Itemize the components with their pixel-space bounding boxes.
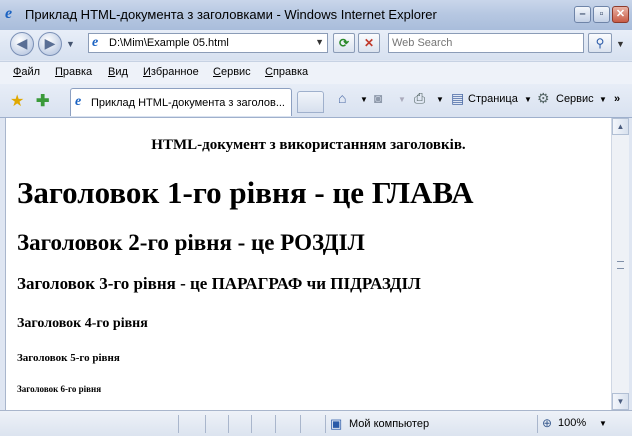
stop-button[interactable]: ✕ — [358, 33, 380, 53]
menu-edit[interactable]: Правка — [55, 66, 92, 78]
tab-title: Приклад HTML-документа з заголов... — [91, 97, 285, 109]
heading-3: Заголовок 3-го рівня - це ПАРАГРАФ чи ПІ… — [17, 274, 421, 293]
window-title: Приклад HTML-документа з заголовками - W… — [25, 7, 437, 22]
menu-view[interactable]: Вид — [108, 66, 128, 78]
search-icon: ⚲ — [595, 36, 605, 50]
print-dropdown-icon[interactable]: ▼ — [436, 95, 444, 104]
maximize-button[interactable]: ▫ — [593, 6, 610, 23]
heading-4: Заголовок 4-го рівня — [17, 316, 148, 331]
search-box[interactable] — [388, 33, 585, 53]
heading-5: Заголовок 5-го рівня — [17, 352, 120, 364]
tab-bar: ★ ✚ e Приклад HTML-документа з заголов..… — [0, 84, 632, 118]
title-bar[interactable]: e Приклад HTML-документа з заголовками -… — [0, 0, 632, 31]
favorites-star-icon[interactable]: ★ — [10, 91, 24, 111]
status-divider — [251, 415, 252, 433]
page-content: HTML-документ з використанням заголовків… — [5, 118, 611, 410]
refresh-icon: ⟳ — [338, 36, 350, 50]
forward-arrow-icon: ▶ — [44, 35, 56, 51]
close-button[interactable]: ✕ — [612, 6, 629, 23]
scroll-up-icon[interactable]: ▲ — [612, 118, 629, 135]
navigation-bar: ◀ ▶ ▼ e D:\Mim\Example 05.html ▼ ⟳ ✕ ⚲ ▼ — [0, 30, 632, 60]
address-bar[interactable]: e D:\Mim\Example 05.html ▼ — [88, 33, 328, 53]
gear-icon: ⚙ — [537, 90, 550, 106]
security-zone-text: Мой компьютер — [349, 418, 430, 430]
minimize-button[interactable]: – — [574, 6, 591, 23]
new-tab-button[interactable] — [297, 91, 324, 113]
address-dropdown-icon[interactable]: ▼ — [315, 37, 324, 47]
stop-icon: ✕ — [363, 36, 375, 50]
back-arrow-icon: ◀ — [16, 35, 28, 51]
menu-help[interactable]: Справка — [265, 66, 308, 78]
menu-bar: Файл Правка Вид Избранное Сервис Справка — [0, 61, 632, 85]
heading-2: Заголовок 2-го рівня - це РОЗДІЛ — [17, 230, 365, 255]
page-icon: ▤ — [451, 90, 465, 106]
vertical-scrollbar[interactable]: ▲ ▼ — [611, 118, 629, 410]
tools-dropdown-icon[interactable]: ▼ — [599, 95, 607, 104]
status-divider — [275, 415, 276, 433]
add-favorites-icon[interactable]: ✚ — [36, 91, 49, 111]
menu-file[interactable]: Файл — [13, 66, 40, 78]
status-divider — [205, 415, 206, 433]
search-input[interactable] — [389, 34, 585, 52]
status-divider — [300, 415, 301, 433]
history-dropdown-icon[interactable]: ▼ — [66, 39, 75, 49]
computer-icon: ▣ — [330, 416, 343, 431]
feeds-dropdown-icon[interactable]: ▼ — [398, 95, 406, 104]
menu-tools[interactable]: Сервис — [213, 66, 251, 78]
page-dropdown-icon[interactable]: ▼ — [524, 95, 532, 104]
scroll-down-icon[interactable]: ▼ — [612, 393, 629, 410]
page-ie-icon: e — [92, 35, 99, 50]
search-options-dropdown-icon[interactable]: ▼ — [616, 39, 625, 49]
feeds-icon[interactable]: ◙ — [374, 90, 382, 106]
status-divider — [537, 415, 538, 433]
forward-button[interactable]: ▶ — [38, 32, 62, 56]
heading-6: Заголовок 6-го рівня — [17, 384, 102, 394]
zoom-level[interactable]: 100% — [558, 417, 586, 429]
intro-text: HTML-документ з використанням заголовків… — [151, 137, 466, 153]
status-divider — [178, 415, 179, 433]
ie-logo-icon: e — [5, 5, 13, 22]
status-bar: ▣ Мой компьютер ⊕ 100% ▼ — [0, 410, 632, 436]
tools-menu-button[interactable]: Сервис — [556, 93, 594, 105]
zoom-dropdown-icon[interactable]: ▼ — [599, 419, 607, 428]
tab-ie-icon: e — [75, 94, 82, 109]
address-text: D:\Mim\Example 05.html — [109, 37, 229, 49]
print-icon[interactable]: ⎙ — [414, 90, 425, 107]
search-button[interactable]: ⚲ — [588, 33, 612, 53]
status-divider — [228, 415, 229, 433]
home-dropdown-icon[interactable]: ▼ — [360, 95, 368, 104]
menu-favorites[interactable]: Избранное — [143, 66, 199, 78]
home-icon[interactable]: ⌂ — [338, 90, 346, 106]
more-commands-icon[interactable]: » — [614, 93, 620, 105]
back-button[interactable]: ◀ — [10, 32, 34, 56]
zoom-icon[interactable]: ⊕ — [542, 416, 552, 430]
refresh-button[interactable]: ⟳ — [333, 33, 355, 53]
page-menu-button[interactable]: Страница — [468, 93, 518, 105]
scroll-grip-icon[interactable] — [617, 261, 624, 269]
status-divider — [325, 415, 326, 433]
browser-window: e Приклад HTML-документа з заголовками -… — [0, 0, 632, 436]
heading-1: Заголовок 1-го рівня - це ГЛАВА — [17, 175, 474, 210]
tab-active[interactable]: e Приклад HTML-документа з заголов... — [70, 88, 292, 116]
